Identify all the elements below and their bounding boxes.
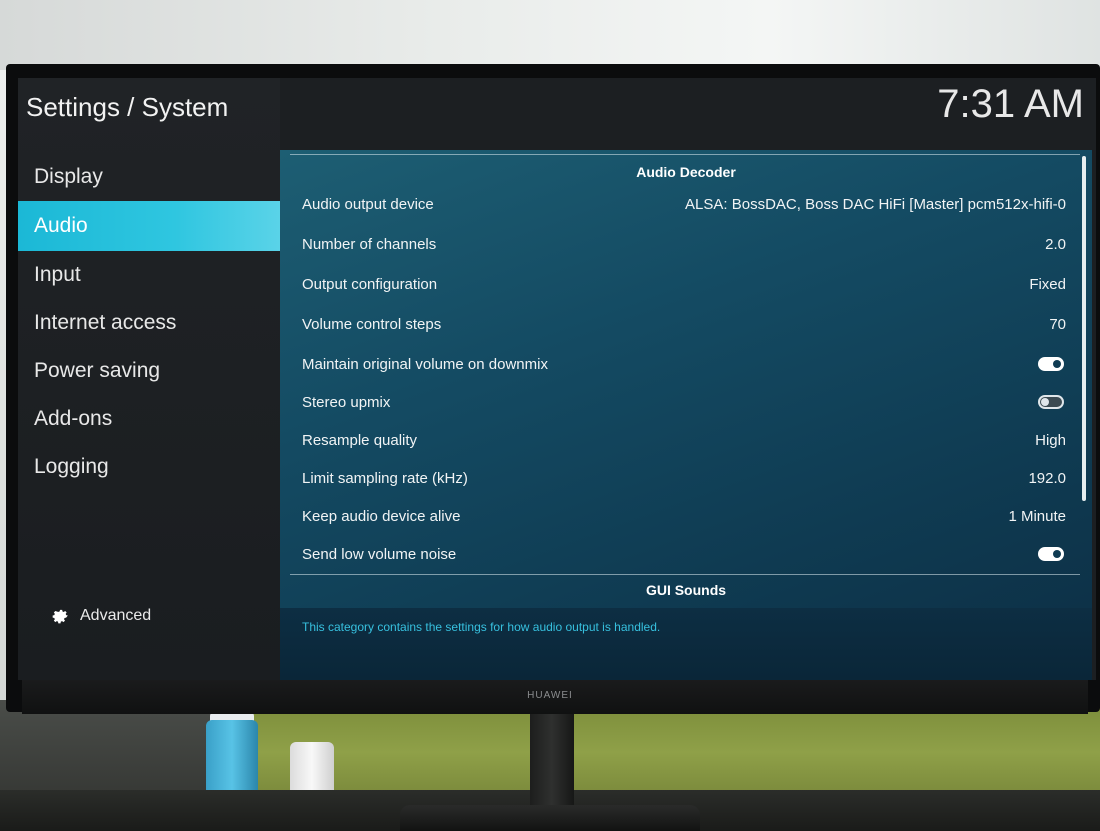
monitor-brand: HUAWEI xyxy=(527,690,573,701)
section-header-gui-sounds: GUI Sounds xyxy=(645,582,727,598)
setting-value: 1 Minute xyxy=(1008,507,1066,525)
sidebar-item-display[interactable]: Display xyxy=(18,152,280,202)
setting-label: Number of channels xyxy=(302,235,437,253)
setting-label: Send low volume noise xyxy=(302,545,457,563)
sidebar-item-power-saving[interactable]: Power saving xyxy=(18,346,280,396)
setting-label: Resample quality xyxy=(302,431,418,449)
scrollbar[interactable] xyxy=(1082,156,1086,501)
setting-label: Volume control steps xyxy=(302,315,442,333)
settings-sidebar: Settings / System Display Audio Input In… xyxy=(18,78,280,680)
toggle-switch-on[interactable] xyxy=(1038,547,1064,561)
setting-keep-audio-device-alive[interactable]: Keep audio device alive 1 Minute xyxy=(290,496,1070,536)
setting-output-configuration[interactable]: Output configuration Fixed xyxy=(290,264,1070,304)
setting-value: 2.0 xyxy=(1045,235,1066,253)
monitor-stand-base xyxy=(400,805,700,831)
setting-label: Limit sampling rate (kHz) xyxy=(302,469,468,487)
settings-content: Audio Decoder Audio output device ALSA: … xyxy=(280,150,1092,680)
toggle-switch-on[interactable] xyxy=(1038,357,1064,371)
setting-value: 192.0 xyxy=(1028,469,1066,487)
setting-value: Fixed xyxy=(1029,275,1066,293)
setting-label: Maintain original volume on downmix xyxy=(302,355,548,373)
setting-volume-control-steps[interactable]: Volume control steps 70 xyxy=(290,304,1070,344)
setting-label: Audio output device xyxy=(302,195,434,213)
setting-send-low-volume-noise[interactable]: Send low volume noise xyxy=(290,534,1070,574)
setting-value: High xyxy=(1035,431,1066,449)
setting-label: Keep audio device alive xyxy=(302,507,461,525)
sidebar-item-logging[interactable]: Logging xyxy=(18,442,280,492)
setting-value: ALSA: BossDAC, Boss DAC HiFi [Master] pc… xyxy=(685,195,1066,213)
setting-label: Stereo upmix xyxy=(302,393,391,411)
setting-label: Output configuration xyxy=(302,275,438,293)
clock: 7:31 AM xyxy=(937,82,1084,126)
wall-background xyxy=(0,0,1100,70)
setting-resample-quality[interactable]: Resample quality High xyxy=(290,420,1070,460)
advanced-button[interactable]: Advanced xyxy=(50,606,151,626)
setting-number-of-channels[interactable]: Number of channels 2.0 xyxy=(290,224,1070,264)
category-description: This category contains the settings for … xyxy=(302,620,661,634)
setting-value: 70 xyxy=(1049,315,1066,333)
setting-audio-output-device[interactable]: Audio output device ALSA: BossDAC, Boss … xyxy=(290,184,1070,224)
divider xyxy=(290,154,1080,155)
sidebar-item-input[interactable]: Input xyxy=(18,250,280,300)
divider xyxy=(290,574,1080,575)
sidebar-item-audio[interactable]: Audio xyxy=(18,201,280,251)
setting-maintain-original-volume[interactable]: Maintain original volume on downmix xyxy=(290,344,1070,384)
description-bar xyxy=(280,608,1092,680)
sidebar-item-add-ons[interactable]: Add-ons xyxy=(18,394,280,444)
gear-icon xyxy=(52,609,68,624)
sidebar-item-internet-access[interactable]: Internet access xyxy=(18,298,280,348)
toggle-switch-off[interactable] xyxy=(1038,395,1064,409)
setting-limit-sampling-rate[interactable]: Limit sampling rate (kHz) 192.0 xyxy=(290,458,1070,498)
kodi-screen: Settings / System Display Audio Input In… xyxy=(18,78,1096,680)
advanced-label: Advanced xyxy=(80,607,152,624)
section-header-audio-decoder: Audio Decoder xyxy=(636,164,736,180)
page-title: Settings / System xyxy=(26,92,229,122)
setting-stereo-upmix[interactable]: Stereo upmix xyxy=(290,382,1070,422)
